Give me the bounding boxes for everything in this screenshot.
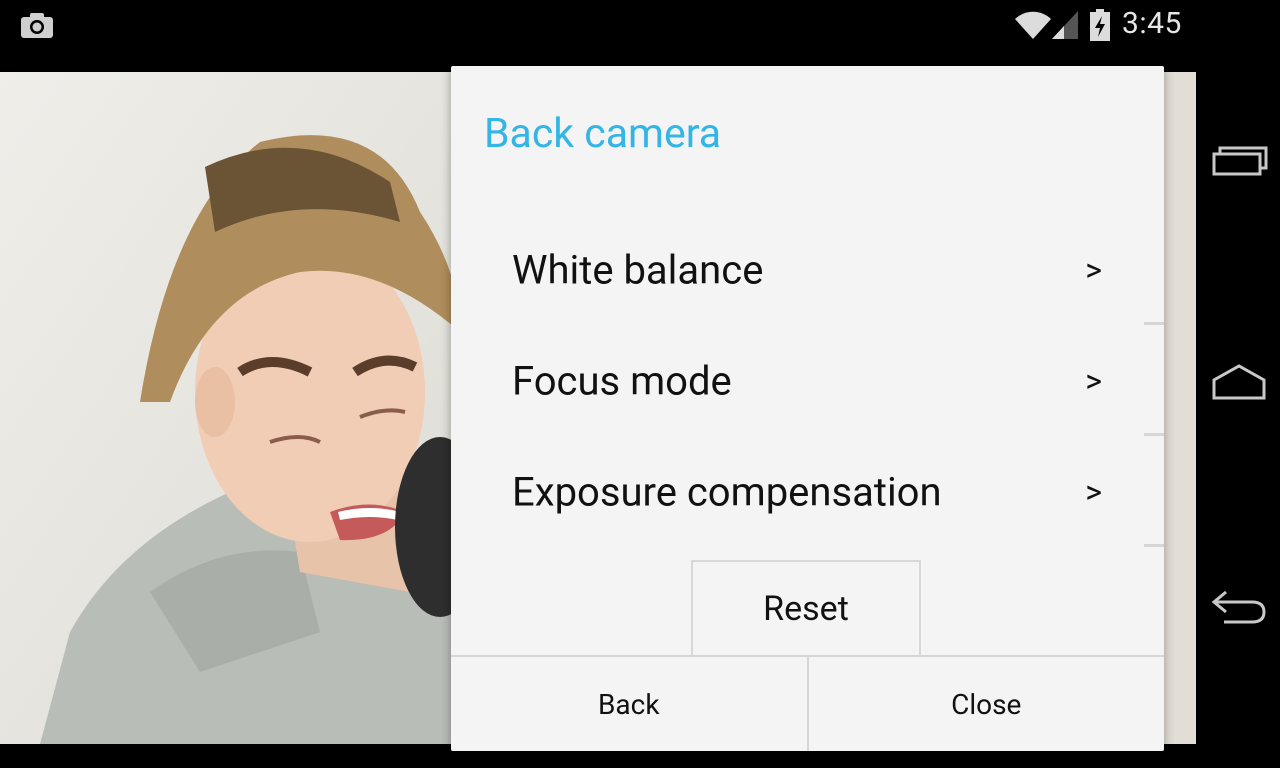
chevron-right-icon: >	[1085, 472, 1102, 511]
dialog-title: Back camera	[484, 110, 722, 158]
menu-item-label: Exposure compensation	[512, 468, 942, 515]
battery-charging-icon	[1090, 9, 1110, 41]
close-button[interactable]: Close	[809, 657, 1165, 751]
home-icon[interactable]	[1210, 360, 1268, 404]
dialog-button-bar: Back Close	[451, 655, 1164, 751]
exposure-compensation-item[interactable]: Exposure compensation >	[451, 436, 1164, 547]
wifi-icon	[1015, 11, 1051, 39]
menu-item-label: White balance	[512, 246, 764, 293]
menu-item-label: Focus mode	[512, 357, 732, 404]
back-icon[interactable]	[1210, 584, 1268, 628]
camera-settings-dialog: Back camera White balance > Focus mode >…	[451, 66, 1164, 751]
camera-icon	[21, 13, 53, 38]
preview-photo	[0, 72, 460, 744]
navigation-bar	[1196, 0, 1280, 768]
signal-icon	[1052, 11, 1078, 39]
reset-button[interactable]: Reset	[691, 560, 921, 655]
divider	[1144, 544, 1164, 547]
status-time: 3:45	[1122, 6, 1182, 41]
focus-mode-item[interactable]: Focus mode >	[451, 325, 1164, 436]
recent-apps-icon[interactable]	[1210, 138, 1268, 182]
back-button[interactable]: Back	[451, 657, 809, 751]
white-balance-item[interactable]: White balance >	[451, 214, 1164, 325]
status-bar: 3:45	[0, 0, 1280, 50]
chevron-right-icon: >	[1085, 361, 1102, 400]
chevron-right-icon: >	[1085, 250, 1102, 289]
